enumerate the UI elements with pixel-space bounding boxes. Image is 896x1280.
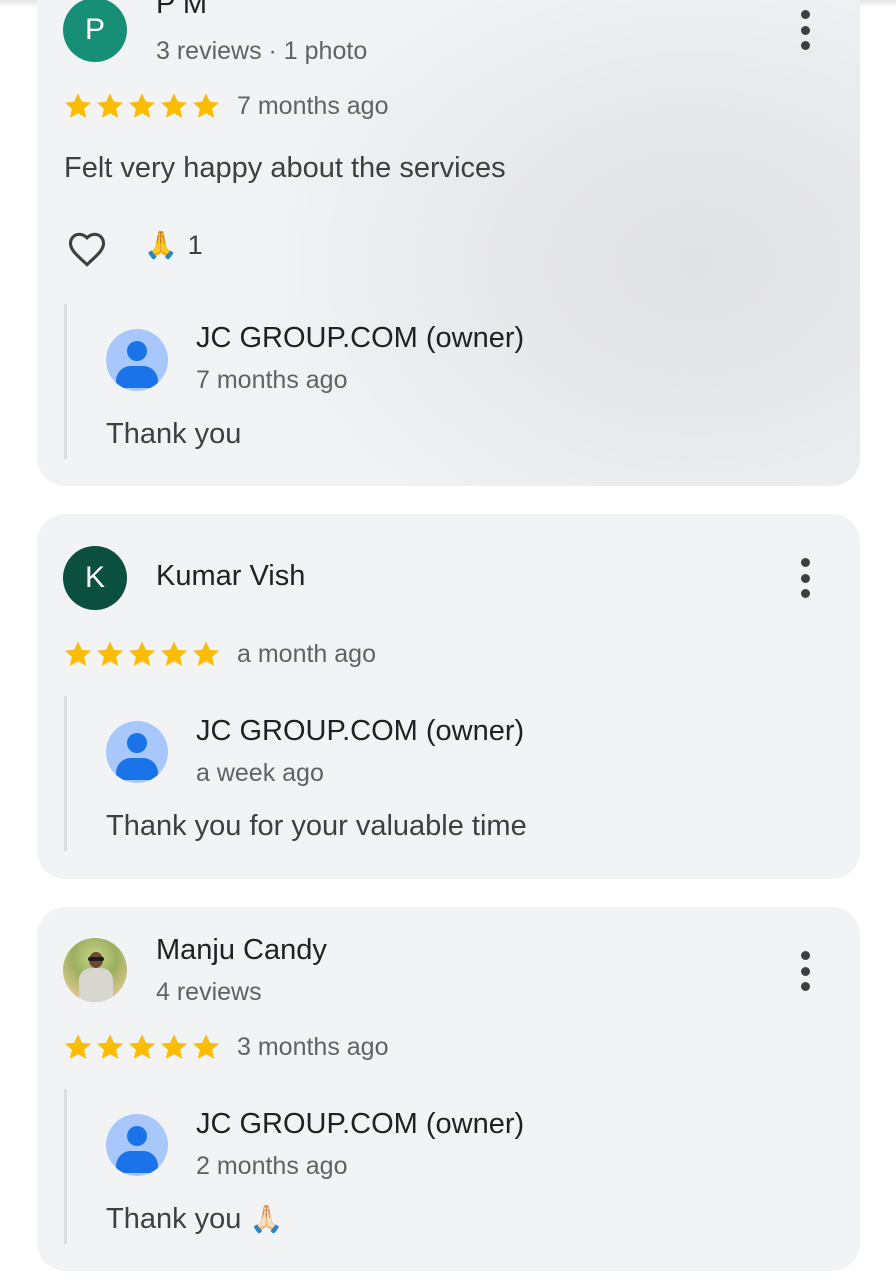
review-time: 7 months ago bbox=[237, 92, 389, 120]
star-rating bbox=[62, 1031, 222, 1063]
author-avatar[interactable]: K bbox=[63, 546, 127, 610]
star-icon bbox=[96, 93, 124, 118]
account-circle-icon bbox=[106, 329, 168, 391]
star-rating bbox=[62, 90, 222, 122]
reaction-count: 1 bbox=[187, 229, 203, 260]
star-icon bbox=[96, 1034, 124, 1059]
author-avatar[interactable] bbox=[63, 938, 127, 1002]
star-icon bbox=[160, 1034, 188, 1059]
owner-reply-text: Thank you for your valuable time bbox=[106, 810, 527, 842]
owner-name: JC GROUP.COM (owner) bbox=[196, 322, 525, 354]
review-time: a month ago bbox=[237, 640, 376, 668]
praying-hands-emoji: 🙏 bbox=[144, 230, 178, 260]
review-text: Felt very happy about the services bbox=[64, 152, 506, 184]
avatar-letter: K bbox=[84, 561, 105, 594]
star-icon bbox=[64, 93, 92, 118]
reply-divider bbox=[64, 1089, 67, 1244]
more-options-icon[interactable] bbox=[793, 558, 817, 598]
avatar-letter: P bbox=[84, 13, 105, 46]
owner-reply-text: Thank you bbox=[106, 418, 242, 450]
author-name[interactable]: Manju Candy bbox=[156, 934, 327, 967]
review-time: 3 months ago bbox=[237, 1033, 389, 1061]
star-icon bbox=[192, 1034, 220, 1059]
star-icon bbox=[128, 1034, 156, 1059]
owner-reply-text: Thank you 🙏🏻 bbox=[106, 1203, 283, 1236]
star-icon bbox=[96, 641, 124, 666]
star-icon bbox=[160, 641, 188, 666]
star-icon bbox=[192, 641, 220, 666]
owner-reply-text-content: Thank you bbox=[106, 1203, 242, 1235]
account-circle-icon bbox=[106, 721, 168, 783]
reply-divider bbox=[64, 304, 67, 459]
owner-name: JC GROUP.COM (owner) bbox=[196, 715, 525, 747]
reply-divider bbox=[64, 696, 67, 851]
author-avatar[interactable]: P bbox=[63, 0, 127, 62]
praying-hands-emoji: 🙏🏻 bbox=[249, 1204, 284, 1234]
star-icon bbox=[128, 93, 156, 118]
author-name[interactable]: P M bbox=[156, 0, 207, 21]
star-rating bbox=[62, 638, 222, 670]
star-icon bbox=[64, 1034, 92, 1059]
owner-reply-time: a week ago bbox=[196, 759, 324, 787]
account-circle-icon bbox=[106, 1114, 168, 1176]
star-icon bbox=[128, 641, 156, 666]
author-meta: 3 reviews · 1 photo bbox=[156, 37, 368, 65]
reviews-page: P P M 3 reviews · 1 photo 7 months ago F… bbox=[0, 0, 896, 1280]
more-options-icon[interactable] bbox=[793, 10, 817, 50]
owner-reply-time: 2 months ago bbox=[196, 1152, 348, 1180]
star-icon bbox=[160, 93, 188, 118]
star-icon bbox=[192, 93, 220, 118]
author-meta: 4 reviews bbox=[156, 978, 262, 1006]
more-options-icon[interactable] bbox=[793, 951, 817, 991]
reaction-chip[interactable]: 🙏 1 bbox=[144, 229, 203, 261]
author-name[interactable]: Kumar Vish bbox=[156, 560, 305, 593]
star-icon bbox=[64, 641, 92, 666]
owner-reply-time: 7 months ago bbox=[196, 366, 348, 394]
heart-outline-icon[interactable] bbox=[64, 227, 110, 271]
owner-name: JC GROUP.COM (owner) bbox=[196, 1108, 525, 1140]
